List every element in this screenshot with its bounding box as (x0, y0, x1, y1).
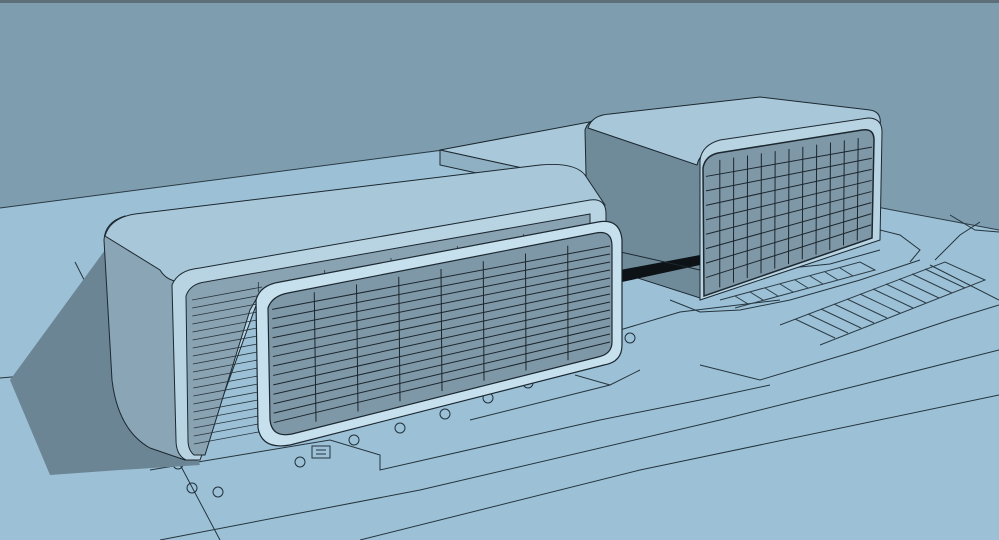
3d-viewport[interactable] (0, 0, 999, 540)
mullion-line (788, 148, 790, 265)
scene-render (0, 0, 999, 540)
viewport-top-border (0, 0, 999, 3)
mullion-line (801, 146, 804, 260)
mullion-line (815, 144, 818, 255)
